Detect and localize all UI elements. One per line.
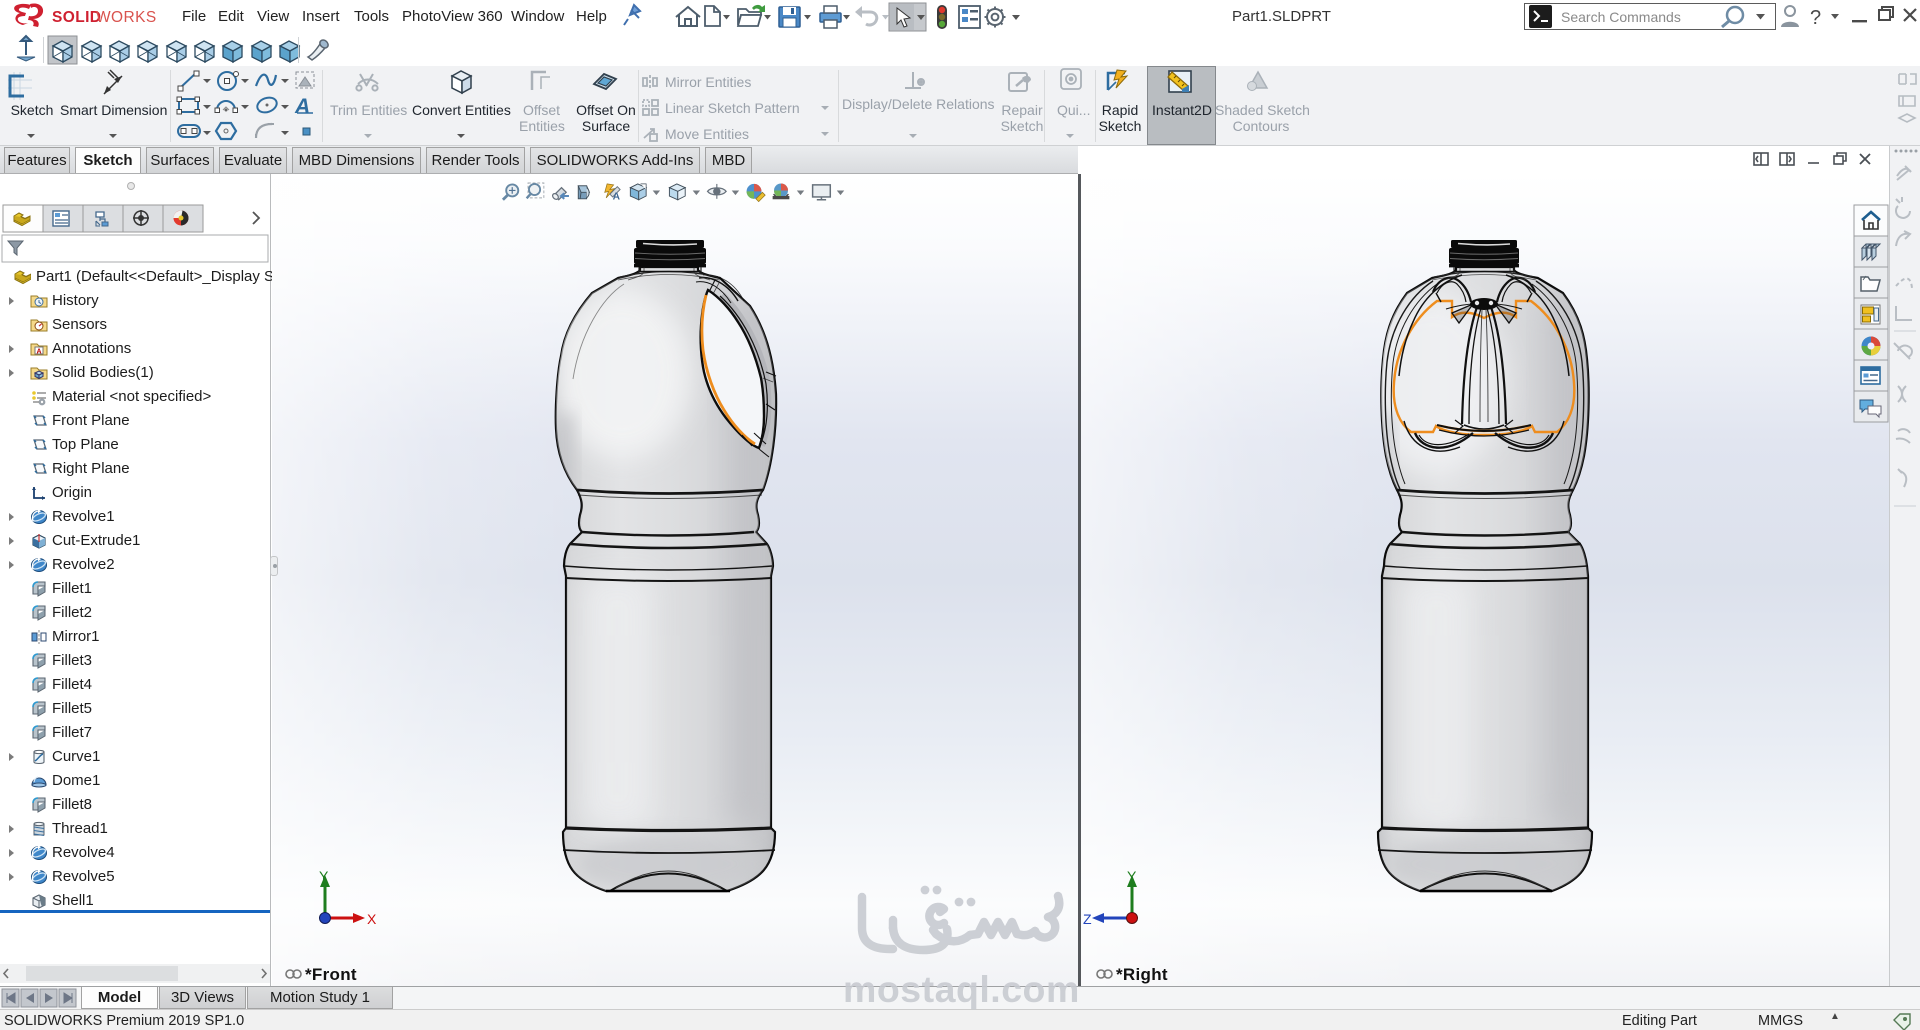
svg-text:A: A xyxy=(613,192,621,203)
svg-text:A: A xyxy=(37,349,42,356)
svg-text:A: A xyxy=(294,95,310,118)
svg-text:*Right: *Right xyxy=(1116,965,1168,984)
svg-text:?: ? xyxy=(1810,7,1821,29)
svg-text:Z: Z xyxy=(1083,911,1092,927)
svg-text:*Front: *Front xyxy=(305,965,357,984)
svg-text:Y: Y xyxy=(319,868,329,884)
svg-text:Y: Y xyxy=(1127,868,1137,884)
svg-text:WORKS: WORKS xyxy=(96,9,157,26)
svg-text:SOLID: SOLID xyxy=(52,9,101,26)
svg-text:X: X xyxy=(367,911,377,927)
